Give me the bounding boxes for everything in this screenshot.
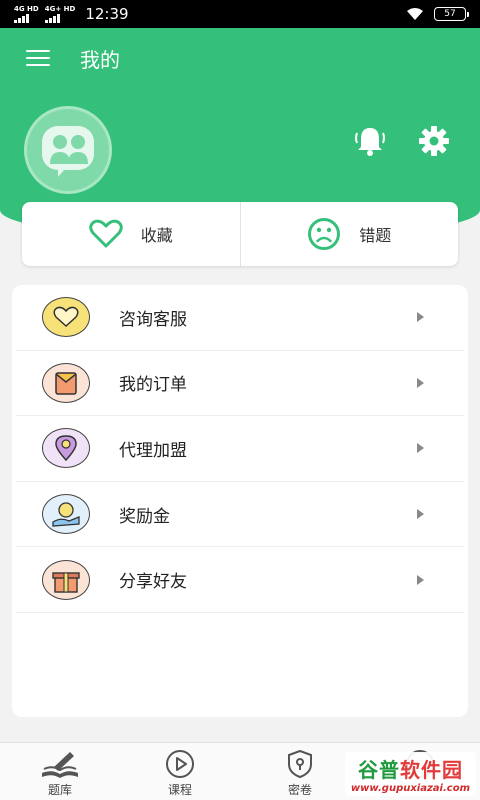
watermark-title-a: 谷普 [357, 758, 400, 782]
sad-face-icon [308, 218, 341, 250]
heart-icon [88, 219, 123, 248]
wrong-questions-label: 错题 [359, 226, 392, 245]
bell-icon[interactable] [352, 123, 388, 159]
quick-actions-card: 收藏 错题 [22, 202, 458, 266]
network-type-1: 4G HD [14, 4, 39, 13]
chevron-right-icon [417, 574, 424, 585]
list-item-label: 分享好友 [119, 572, 187, 593]
coin-hand-icon [42, 494, 90, 535]
status-time: 12:39 [85, 5, 129, 23]
heart-bubble-icon [42, 297, 90, 338]
tab-question-bank[interactable]: 题库 [0, 743, 120, 800]
list-item-label: 奖励金 [119, 506, 170, 527]
chevron-right-icon [417, 377, 424, 388]
page-title: 我的 [80, 48, 120, 72]
list-item-customer-service[interactable]: 咨询客服 [16, 285, 464, 351]
menu-icon[interactable] [26, 50, 50, 66]
menu-list: 咨询客服 我的订单 代理加盟 奖励金 分享好友 [12, 285, 468, 717]
chevron-right-icon [417, 443, 424, 454]
tab-secret-papers[interactable]: 密卷 [240, 743, 360, 800]
status-bar: 4G HD 4G+ HD 12:39 57 [0, 0, 480, 28]
chevron-right-icon [417, 312, 424, 323]
list-item-label: 代理加盟 [119, 440, 187, 461]
favorites-label: 收藏 [140, 226, 173, 245]
list-item-my-orders[interactable]: 我的订单 [16, 351, 464, 417]
signal-icon: 4G HD [14, 4, 39, 23]
watermark-url: www.gupuxiazai.com [350, 783, 470, 794]
tab-label: 题库 [47, 783, 72, 797]
network-type-2: 4G+ HD [44, 4, 76, 13]
watermark: 谷普软件园 www.gupuxiazai.com [344, 752, 476, 796]
battery-icon: 57 [434, 7, 469, 21]
play-circle-icon [166, 750, 194, 778]
lock-shield-icon [288, 749, 312, 779]
wifi-icon [407, 8, 423, 20]
order-envelope-icon [42, 362, 90, 403]
tab-label: 课程 [167, 783, 192, 797]
list-item-agency[interactable]: 代理加盟 [16, 416, 464, 482]
signal-icon: 4G+ HD [44, 4, 76, 23]
book-pen-icon [42, 752, 78, 778]
avatar[interactable] [24, 106, 112, 194]
list-item-share[interactable]: 分享好友 [16, 547, 464, 613]
location-pin-icon [42, 428, 90, 469]
tab-label: 密卷 [287, 783, 312, 797]
settings-icon[interactable] [416, 123, 452, 159]
chevron-right-icon [417, 509, 424, 520]
favorites-button[interactable]: 收藏 [22, 202, 240, 266]
wrong-questions-button[interactable]: 错题 [239, 202, 459, 266]
list-item-label: 我的订单 [119, 375, 187, 396]
watermark-title-b: 软件园 [399, 758, 463, 782]
avatar-icon [42, 126, 94, 177]
list-item-label: 咨询客服 [119, 309, 187, 330]
list-item-rewards[interactable]: 奖励金 [16, 482, 464, 548]
bottom-tab-bar: 题库 课程 密卷 谷普软件园 www.gupuxiazai.com [0, 742, 480, 800]
gift-box-icon [42, 559, 90, 600]
battery-level: 57 [444, 9, 456, 19]
tab-courses[interactable]: 课程 [120, 743, 240, 800]
